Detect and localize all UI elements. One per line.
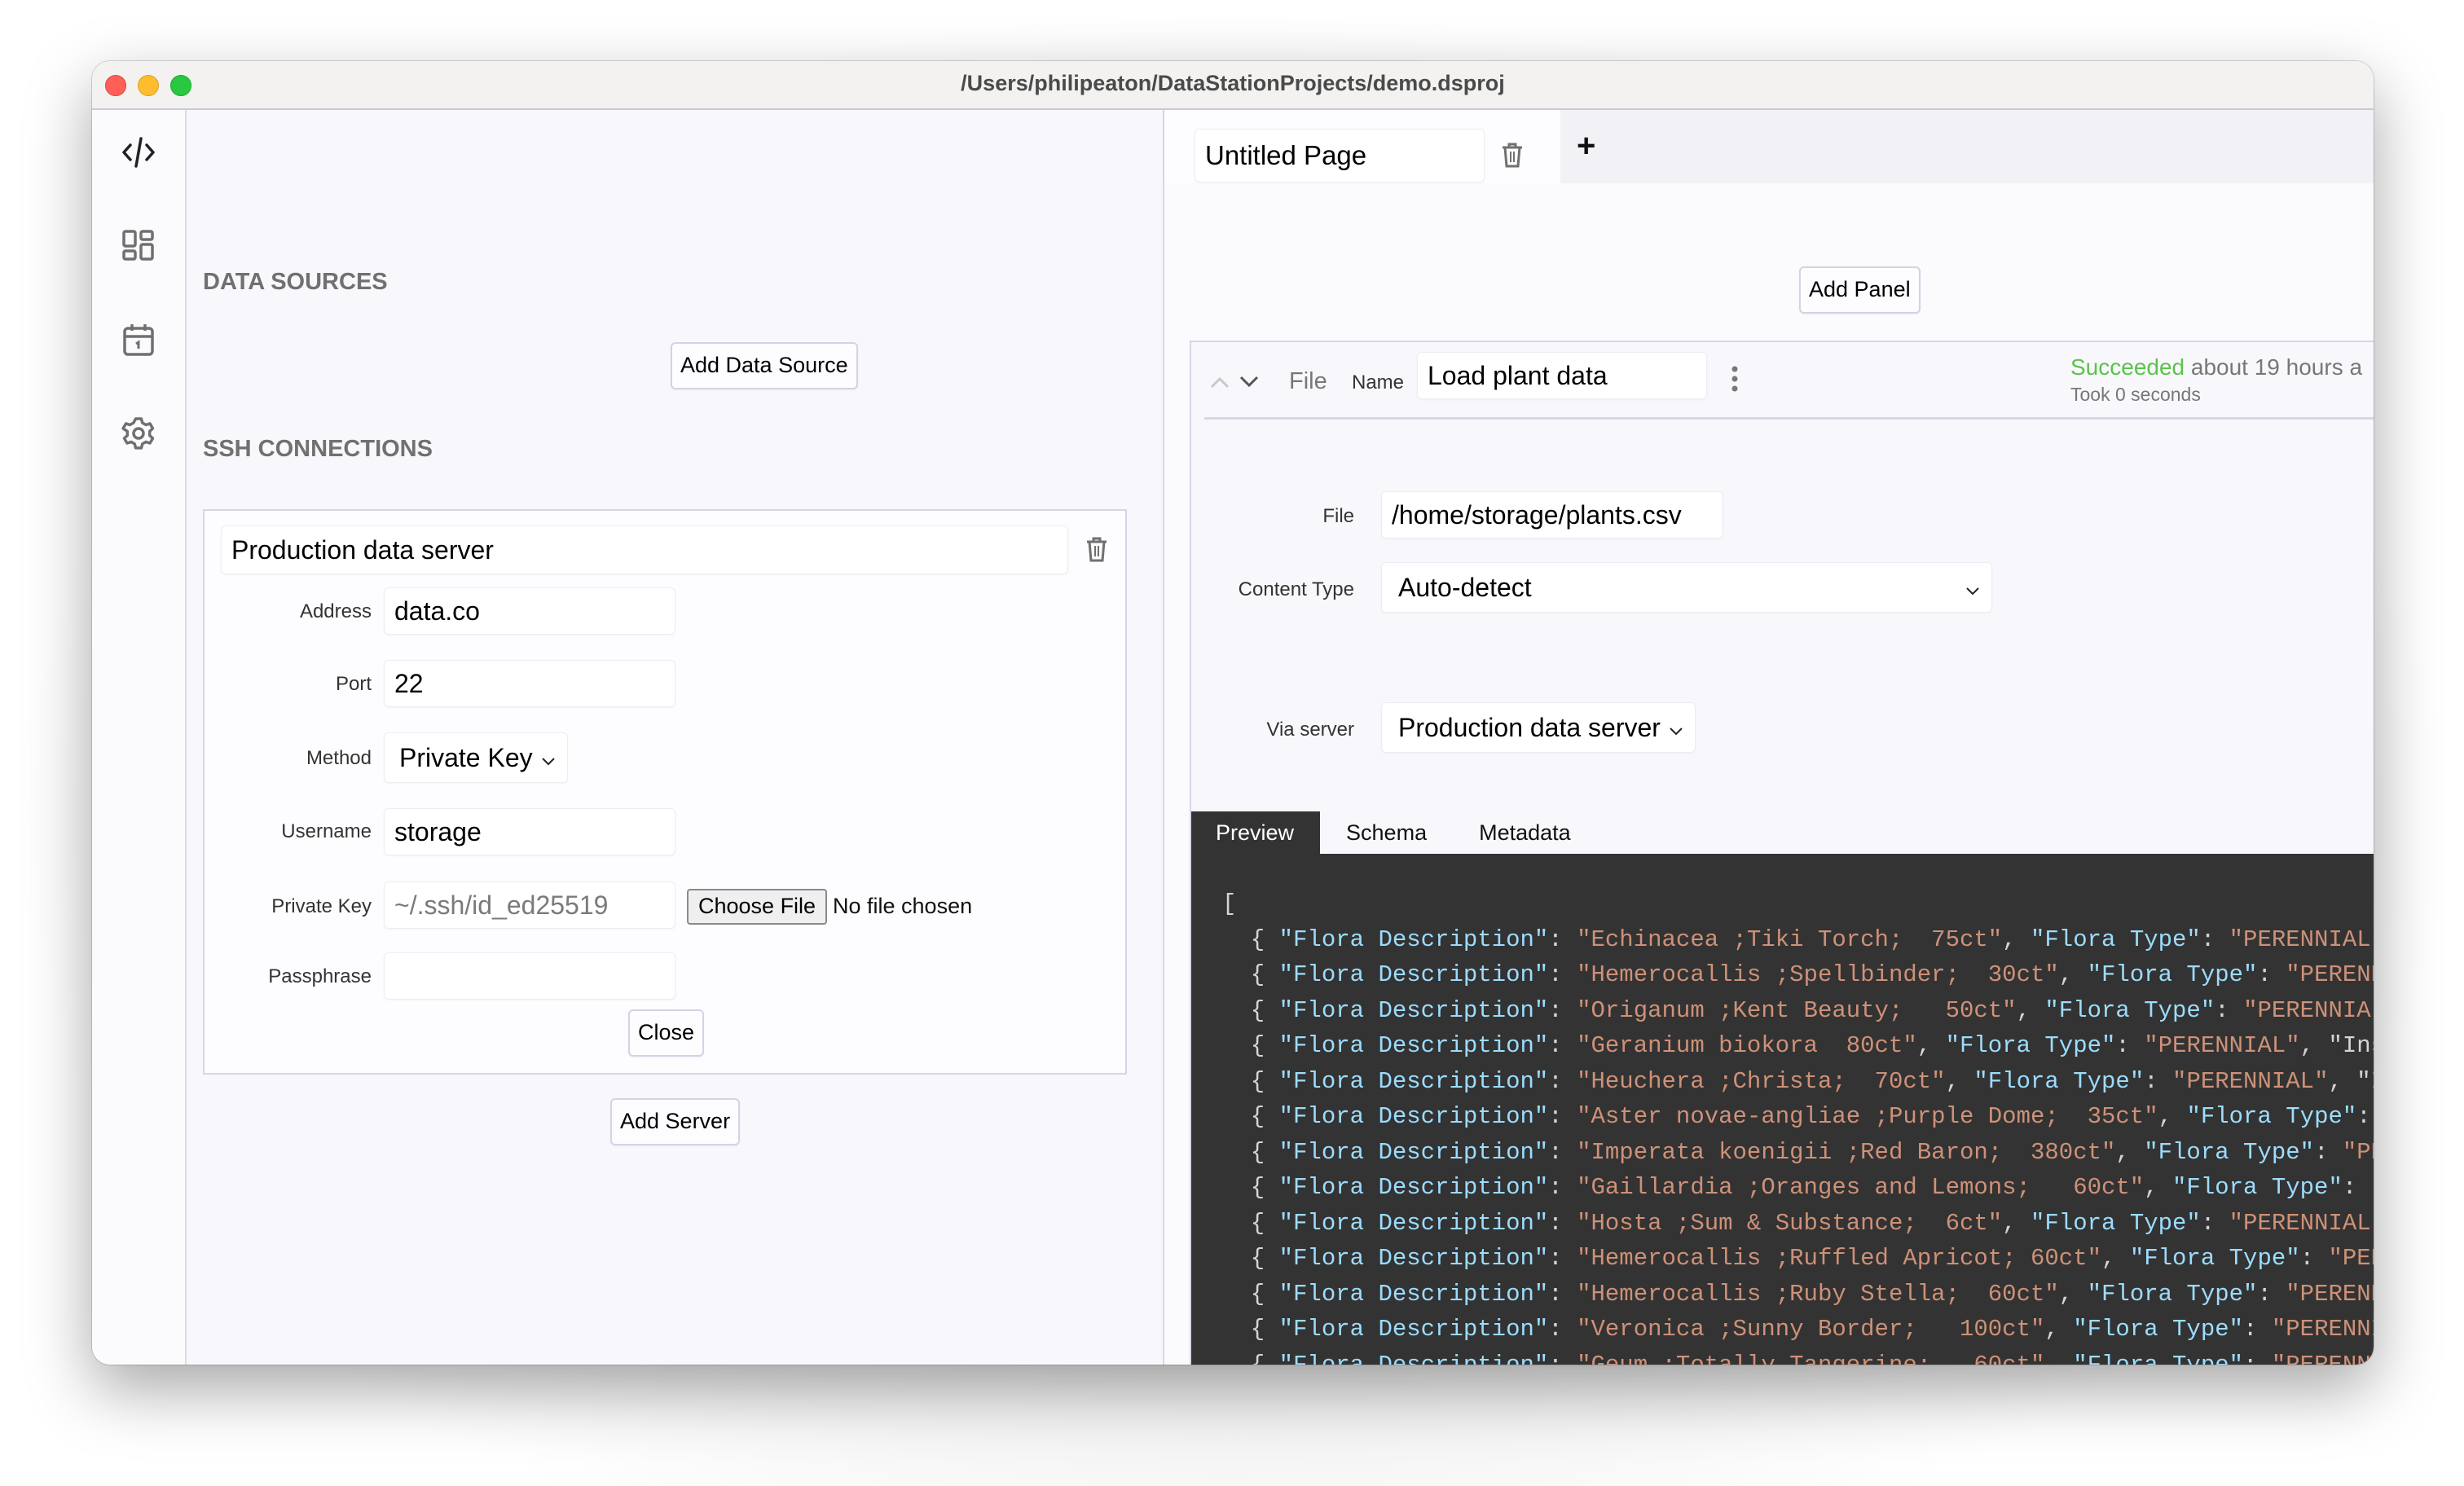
close-server-button[interactable]: Close bbox=[628, 1009, 705, 1057]
json-row: { "Flora Description": "Aster novae-angl… bbox=[1222, 1103, 2371, 1130]
address-input[interactable]: data.co bbox=[384, 587, 675, 635]
file-path-input[interactable]: /home/storage/plants.csv bbox=[1381, 491, 1723, 539]
method-select[interactable]: Private Key bbox=[384, 732, 568, 783]
main-area: Untitled Page + Add Panel File Name Load… bbox=[1164, 110, 2374, 1365]
add-panel-button[interactable]: Add Panel bbox=[1799, 266, 1921, 314]
json-row: { "Flora Description": "Imperata koenigi… bbox=[1222, 1138, 2374, 1166]
json-row: { "Flora Description": "Origanum ;Kent B… bbox=[1222, 996, 2374, 1024]
username-input[interactable]: storage bbox=[384, 808, 675, 855]
status-time: about 19 hours a bbox=[2190, 354, 2363, 380]
dashboard-icon[interactable] bbox=[121, 228, 156, 264]
run-status: Succeeded about 19 hours a bbox=[2070, 354, 2362, 380]
username-label: Username bbox=[281, 820, 372, 842]
json-row: { "Flora Description": "Veronica ;Sunny … bbox=[1222, 1316, 2374, 1343]
json-row: { "Flora Description": "Heuchera ;Christ… bbox=[1222, 1067, 2374, 1095]
panel-load-plant-data: File Name Load plant data Succeeded abou… bbox=[1190, 341, 2374, 1365]
json-row: { "Flora Description": "Geranium biokora… bbox=[1222, 1032, 2374, 1059]
json-row: { "Flora Description": "Geum ;Totally Ta… bbox=[1222, 1351, 2374, 1365]
json-row: { "Flora Description": "Echinacea ;Tiki … bbox=[1222, 925, 2371, 953]
method-value: Private Key bbox=[399, 742, 533, 772]
app-window: /Users/philipeaton/DataStationProjects/d… bbox=[92, 61, 2374, 1365]
more-options-icon[interactable] bbox=[1730, 365, 1740, 397]
status-success: Succeeded bbox=[2070, 354, 2185, 380]
calendar-icon[interactable] bbox=[121, 322, 156, 358]
add-page-button[interactable]: + bbox=[1577, 128, 1595, 165]
code-icon[interactable] bbox=[121, 134, 156, 170]
json-row: { "Flora Description": "Hemerocallis ;Ru… bbox=[1222, 1280, 2374, 1308]
ssh-connections-heading: SSH CONNECTIONS bbox=[203, 436, 433, 462]
move-down-icon[interactable] bbox=[1239, 375, 1260, 393]
chevron-down-icon bbox=[541, 743, 556, 773]
delete-server-trash-icon[interactable] bbox=[1085, 535, 1112, 565]
tab-untitled-page[interactable]: Untitled Page bbox=[1164, 110, 1560, 183]
tab-metadata[interactable]: Metadata bbox=[1453, 811, 1597, 854]
port-label: Port bbox=[335, 673, 372, 695]
passphrase-input[interactable] bbox=[384, 952, 675, 1000]
title-bar: /Users/philipeaton/DataStationProjects/d… bbox=[92, 61, 2374, 110]
sidebar-panel: DATA SOURCES Add Data Source SSH CONNECT… bbox=[187, 110, 1217, 1365]
private-key-label: Private Key bbox=[271, 895, 372, 917]
preview-output: [ { "Flora Description": "Echinacea ;Tik… bbox=[1191, 854, 2374, 1365]
chevron-down-icon bbox=[1965, 573, 1980, 603]
window-title: /Users/philipeaton/DataStationProjects/d… bbox=[961, 71, 1505, 95]
page-tabs: Untitled Page + bbox=[1164, 110, 2374, 183]
icon-rail bbox=[92, 110, 187, 1365]
result-tabs: Preview Schema Metadata bbox=[1191, 811, 1597, 854]
server-name-input[interactable]: Production data server bbox=[221, 525, 1068, 574]
panel-header-divider bbox=[1204, 417, 2374, 420]
panel-name-label: Name bbox=[1352, 372, 1405, 393]
content-type-select[interactable]: Auto-detect bbox=[1381, 562, 1992, 613]
add-data-source-button[interactable]: Add Data Source bbox=[671, 342, 858, 389]
move-up-icon[interactable] bbox=[1209, 375, 1230, 393]
chevron-down-icon bbox=[1669, 713, 1683, 743]
port-input[interactable]: 22 bbox=[384, 660, 675, 707]
via-server-value: Production data server bbox=[1398, 712, 1661, 742]
gear-icon[interactable] bbox=[121, 415, 156, 451]
data-sources-heading: DATA SOURCES bbox=[203, 269, 388, 295]
choose-file-button[interactable]: Choose File bbox=[687, 889, 828, 925]
file-label: File bbox=[1322, 505, 1354, 527]
private-key-input[interactable]: ~/.ssh/id_ed25519 bbox=[384, 881, 675, 929]
content-type-label: Content Type bbox=[1238, 578, 1354, 600]
server-card: Production data server Address data.co P… bbox=[203, 509, 1127, 1075]
json-open-bracket: [ bbox=[1222, 890, 1237, 917]
json-row: { "Flora Description": "Hemerocallis ;Ru… bbox=[1222, 1245, 2374, 1272]
add-server-button[interactable]: Add Server bbox=[610, 1098, 741, 1145]
tab-preview[interactable]: Preview bbox=[1191, 811, 1321, 854]
json-preview: [ { "Flora Description": "Echinacea ;Tik… bbox=[1222, 886, 2374, 1365]
delete-page-trash-icon[interactable] bbox=[1500, 141, 1525, 173]
panel-type-label: File bbox=[1289, 368, 1327, 394]
json-row: { "Flora Description": "Hemerocallis ;Sp… bbox=[1222, 961, 2374, 988]
passphrase-label: Passphrase bbox=[268, 965, 372, 987]
method-label: Method bbox=[306, 747, 372, 769]
page-name-input[interactable]: Untitled Page bbox=[1195, 129, 1485, 182]
via-server-select[interactable]: Production data server bbox=[1381, 702, 1696, 753]
content-type-value: Auto-detect bbox=[1398, 572, 1532, 602]
tab-schema[interactable]: Schema bbox=[1320, 811, 1453, 854]
panel-name-input[interactable]: Load plant data bbox=[1417, 352, 1707, 399]
json-row: { "Flora Description": "Hosta ;Sum & Sub… bbox=[1222, 1209, 2371, 1237]
no-file-chosen-text: No file chosen bbox=[833, 894, 973, 918]
address-label: Address bbox=[299, 600, 372, 622]
via-server-label: Via server bbox=[1266, 719, 1354, 741]
json-row: { "Flora Description": "Gaillardia ;Oran… bbox=[1222, 1174, 2374, 1201]
run-duration: Took 0 seconds bbox=[2070, 384, 2201, 405]
